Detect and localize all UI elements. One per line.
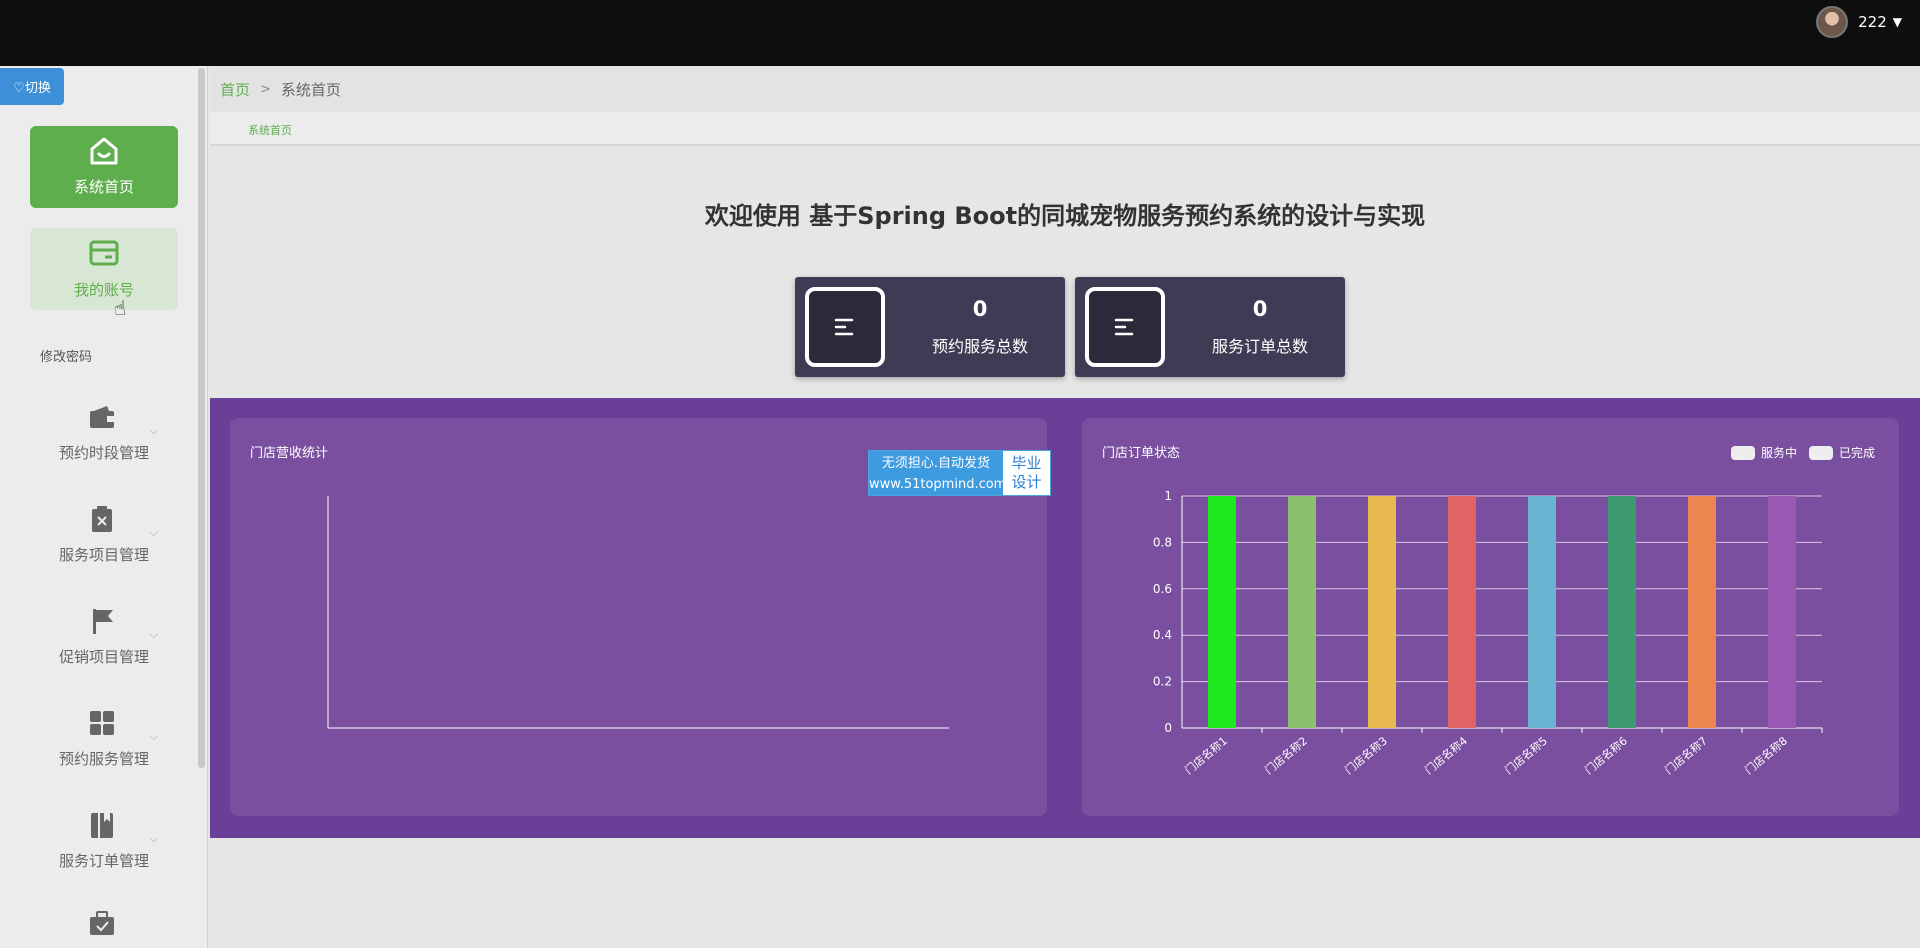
x-tick-label: 门店名称4 bbox=[1422, 734, 1470, 778]
watermark-url: www.51topmind.com bbox=[869, 477, 1007, 492]
bar bbox=[1288, 496, 1316, 728]
avatar[interactable] bbox=[1816, 6, 1849, 38]
bar bbox=[1528, 496, 1556, 728]
sidebar-item-account[interactable]: 我的账号 bbox=[30, 228, 178, 310]
order-status-bar-chart: 0 0.2 0.4 0.6 0.8 1 门店名称1 门店名称2 门店名称3 门店名称4 门店名称5 门… bbox=[1153, 489, 1823, 778]
page-title: 欢迎使用 基于Spring Boot的同城宠物服务预约系统的设计与实现 bbox=[704, 202, 1426, 230]
briefcase-icon bbox=[90, 911, 114, 935]
sidebar-item-label: 服务订单管理 bbox=[58, 852, 149, 870]
sidebar-scrollbar[interactable] bbox=[198, 68, 205, 768]
x-tick-label: 门店名称1 bbox=[1182, 734, 1230, 778]
grid-icon bbox=[90, 711, 114, 735]
switch-button[interactable]: ♡切换 bbox=[0, 68, 64, 105]
bar bbox=[1208, 496, 1236, 728]
y-tick-label: 1 bbox=[1164, 489, 1172, 503]
chevron-down-icon: ⌵ bbox=[149, 832, 158, 845]
x-tick-label: 门店名称6 bbox=[1582, 734, 1630, 778]
y-tick-label: 0 bbox=[1164, 721, 1172, 735]
sidebar-item-bookings[interactable]: 预约服务管理 ⌵ bbox=[30, 708, 178, 788]
sidebar-item-promotions[interactable]: 促销项目管理 ⌵ bbox=[30, 606, 178, 686]
breadcrumb-separator: > bbox=[260, 81, 271, 97]
sidebar: 系统首页 我的账号 修改密码 预约时段管理 ⌵ 服务项目管理 ⌵ 促销项目管理 … bbox=[0, 66, 208, 948]
bar bbox=[1448, 496, 1476, 728]
watermark-badge: 无须担心.自动发货 www.51topmind.com 毕业 设计 bbox=[868, 450, 1051, 496]
hand-pointer-icon: ☝ bbox=[114, 296, 127, 320]
sidebar-item-label: 促销项目管理 bbox=[58, 648, 149, 666]
order-status-chart-panel: 门店订单状态 服务中 已完成 0 0.2 0.4 0.6 0.8 1 门店名称1 门店名称2 门… bbox=[1082, 418, 1899, 816]
bar bbox=[1688, 496, 1716, 728]
x-tick-label: 门店名称2 bbox=[1262, 734, 1310, 778]
sidebar-item-more[interactable] bbox=[30, 908, 178, 948]
list-icon bbox=[805, 287, 885, 367]
sidebar-item-label: 预约服务管理 bbox=[58, 750, 149, 768]
sidebar-item-orders[interactable]: 服务订单管理 ⌵ bbox=[30, 810, 178, 890]
sidebar-item-home[interactable]: 系统首页 bbox=[30, 126, 178, 208]
clipboard-icon bbox=[92, 506, 112, 532]
y-tick-label: 0.2 bbox=[1153, 675, 1172, 689]
bar bbox=[1768, 496, 1796, 728]
list-icon bbox=[1085, 287, 1165, 367]
stat-value: 0 bbox=[972, 297, 988, 321]
breadcrumb: 首页 > 系统首页 bbox=[210, 66, 1920, 112]
user-menu[interactable]: 222 ▼ bbox=[1816, 6, 1902, 38]
stat-label: 预约服务总数 bbox=[931, 337, 1028, 356]
y-tick-label: 0.4 bbox=[1153, 628, 1172, 642]
stat-label: 服务订单总数 bbox=[1211, 337, 1308, 356]
username-label: 222 bbox=[1858, 13, 1887, 31]
chevron-down-icon[interactable]: ▼ bbox=[1893, 15, 1902, 29]
watermark-text: 设计 bbox=[1011, 473, 1042, 491]
x-tick-label: 门店名称8 bbox=[1742, 734, 1790, 778]
chevron-down-icon: ⌵ bbox=[149, 730, 158, 743]
sidebar-item-services[interactable]: 服务项目管理 ⌵ bbox=[30, 504, 178, 584]
tabs-bar: 系统首页 bbox=[210, 112, 1920, 146]
x-tick-label: 门店名称7 bbox=[1662, 734, 1710, 778]
chevron-down-icon: ⌵ bbox=[149, 424, 158, 437]
main-content: 首页 > 系统首页 系统首页 欢迎使用 基于Spring Boot的同城宠物服务… bbox=[210, 66, 1920, 948]
watermark-text: 无须担心.自动发货 bbox=[881, 456, 991, 471]
charts-section: 门店营收统计 门店订单状态 服务中 已完成 0 0.2 0.4 0.6 0.8 1 门店名称… bbox=[210, 398, 1920, 838]
x-tick-label: 门店名称5 bbox=[1502, 734, 1550, 778]
sidebar-item-label: 系统首页 bbox=[73, 178, 134, 196]
stat-card-bookings: 0 预约服务总数 bbox=[795, 277, 1065, 377]
bar bbox=[1368, 496, 1396, 728]
sidebar-item-label: 服务项目管理 bbox=[58, 546, 149, 564]
breadcrumb-home-link[interactable]: 首页 bbox=[220, 79, 250, 100]
watermark-text: 毕业 bbox=[1011, 454, 1042, 472]
x-tick-label: 门店名称3 bbox=[1342, 734, 1390, 778]
stat-card-orders: 0 服务订单总数 bbox=[1075, 277, 1345, 377]
home-icon bbox=[90, 137, 118, 165]
tab-home[interactable]: 系统首页 bbox=[248, 122, 292, 138]
sidebar-item-time-slots[interactable]: 预约时段管理 ⌵ bbox=[30, 402, 178, 482]
y-tick-label: 0.6 bbox=[1153, 582, 1172, 596]
top-bar: 222 ▼ bbox=[0, 0, 1920, 66]
bar bbox=[1608, 496, 1636, 728]
breadcrumb-current: 系统首页 bbox=[280, 80, 341, 99]
chevron-down-icon: ⌵ bbox=[149, 628, 158, 641]
sidebar-item-label: 我的账号 bbox=[73, 281, 134, 299]
card-icon bbox=[89, 240, 119, 266]
flag-icon bbox=[93, 609, 113, 634]
sidebar-item-label: 预约时段管理 bbox=[58, 444, 149, 462]
y-tick-label: 0.8 bbox=[1153, 535, 1172, 549]
sidebar-subitem-change-password[interactable]: 修改密码 bbox=[40, 346, 92, 365]
stat-value: 0 bbox=[1252, 297, 1268, 321]
wallet-icon bbox=[90, 406, 114, 428]
book-icon bbox=[91, 813, 113, 838]
chevron-down-icon: ⌵ bbox=[149, 526, 158, 539]
